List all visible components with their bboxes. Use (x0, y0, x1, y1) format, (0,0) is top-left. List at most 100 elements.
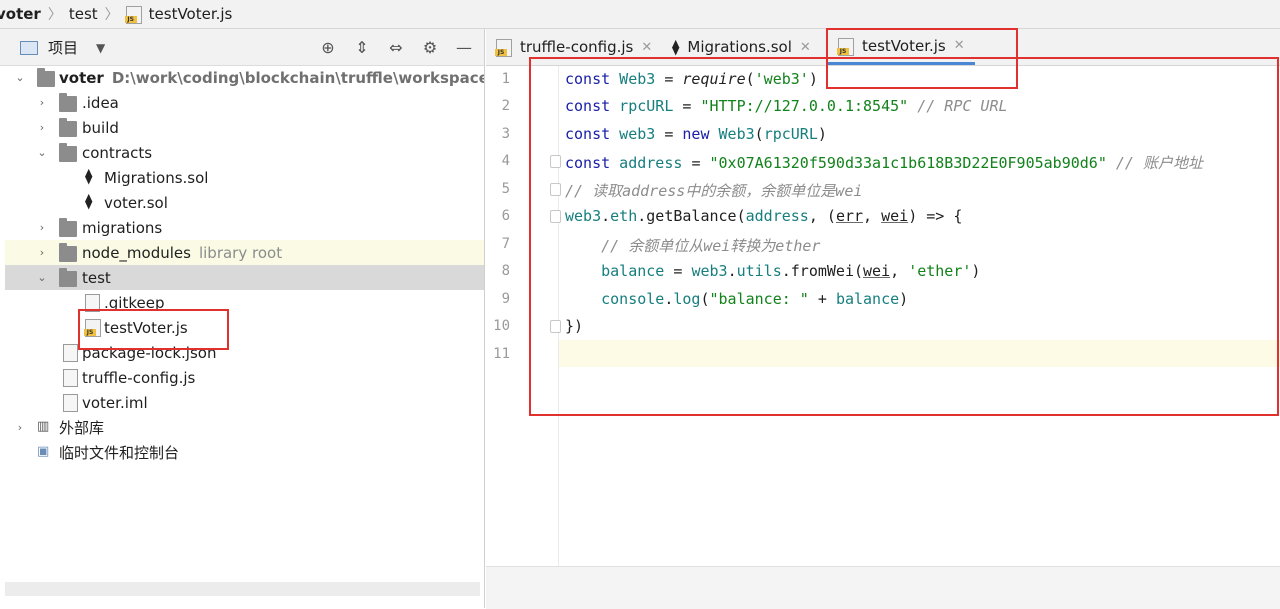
tree-item-truffle-config[interactable]: truffle-config.js (5, 365, 484, 390)
scratches-icon: ▣ (37, 444, 50, 459)
chevron-down-icon: ⌄ (15, 71, 25, 84)
tree-item-node-modules[interactable]: › node_modules library root (5, 240, 484, 265)
ethereum-icon: ⧫ (85, 192, 93, 210)
expand-all-icon[interactable]: ⇕ (350, 36, 374, 58)
line-number: 5 (501, 181, 510, 197)
fold-marker-icon[interactable] (550, 320, 561, 333)
tree-item-label: package-lock.json (82, 343, 217, 362)
tree-item-voter-iml[interactable]: voter.iml (5, 390, 484, 415)
code-line-10: }) (565, 317, 584, 335)
tree-item-label: testVoter.js (104, 318, 188, 337)
fold-marker-icon[interactable] (550, 210, 561, 223)
js-file-icon: JS (84, 319, 101, 337)
tree-item-build[interactable]: › build (5, 115, 484, 140)
library-icon: ▥ (37, 419, 50, 434)
tree-item-voter-sol[interactable]: ⧫ voter.sol (5, 190, 484, 215)
horizontal-scrollbar[interactable] (5, 582, 480, 596)
line-number: 8 (501, 263, 510, 279)
locate-file-icon[interactable]: ⊕ (316, 36, 340, 58)
library-root-note: library root (198, 243, 283, 262)
unknown-file-icon (85, 294, 100, 312)
tree-item-testvoter-js[interactable]: JS testVoter.js (5, 315, 484, 340)
js-file-icon: JS (495, 39, 514, 57)
line-number: 4 (501, 153, 510, 169)
project-panel: 项目 ▼ ⊕ ⇕ ⇔ ⚙ — ⌄ voter D:\work\coding\blo… (0, 29, 485, 608)
tab-truffle-config[interactable]: JS truffle-config.js ✕ (495, 29, 652, 65)
tree-item-gitkeep[interactable]: .gitkeep (5, 290, 484, 315)
tree-item-label: voter.sol (104, 193, 168, 212)
fold-marker-icon[interactable] (550, 183, 561, 196)
project-view-selector[interactable]: 项目 ▼ (20, 37, 105, 58)
folder-icon (59, 218, 77, 237)
code-line-1: const Web3 = require('web3') (565, 70, 818, 88)
tree-item-voter[interactable]: ⌄ voter D:\work\coding\blockchain\truffle… (5, 65, 484, 90)
tab-testvoter-js[interactable]: JS testVoter.js ✕ (828, 29, 975, 65)
close-icon[interactable]: ✕ (641, 40, 652, 55)
tree-item-label: build (82, 118, 119, 137)
tree-item-migrations[interactable]: › migrations (5, 215, 484, 240)
folder-icon (59, 143, 77, 162)
tab-label: truffle-config.js (520, 38, 634, 56)
breadcrumb-folder-label: test (68, 5, 98, 23)
chevron-down-icon: ⌄ (37, 146, 47, 159)
close-icon[interactable]: ✕ (954, 38, 965, 53)
tree-item-package-lock[interactable]: package-lock.json (5, 340, 484, 365)
tab-migrations-sol[interactable]: ⧫ Migrations.sol ✕ (672, 29, 811, 65)
tree-item-idea[interactable]: › .idea (5, 90, 484, 115)
tab-label: testVoter.js (862, 36, 946, 55)
chevron-right-icon: › (39, 96, 45, 109)
chevron-right-icon: › (39, 221, 45, 234)
tree-item-label: voter D:\work\coding\blockchain\truffle\w… (59, 68, 484, 87)
iml-file-icon (63, 394, 78, 412)
tree-item-label: .idea (82, 93, 119, 112)
project-path: D:\work\coding\blockchain\truffle\worksp… (111, 68, 484, 87)
folder-icon (59, 93, 77, 112)
breadcrumb-folder[interactable]: test 〉 (69, 4, 126, 24)
breadcrumb-file-label: testVoter.js (148, 5, 233, 23)
ethereum-icon: ⧫ (672, 38, 680, 56)
chevron-down-icon: ⌄ (37, 271, 47, 284)
code-line-5: // 读取address中的余额，余额单位是wei (565, 182, 863, 200)
chevron-right-icon: 〉 (47, 7, 62, 23)
code-line-4: const address = "0x07A61320f590d33a1c1b6… (565, 154, 1203, 172)
current-line-highlight (486, 340, 1280, 367)
tree-item-migrations-sol[interactable]: ⧫ Migrations.sol (5, 165, 484, 190)
hide-panel-icon[interactable]: — (452, 36, 476, 58)
folder-icon (59, 118, 77, 137)
project-panel-header: 项目 ▼ ⊕ ⇕ ⇔ ⚙ — (0, 29, 484, 66)
config-file-icon (63, 369, 78, 387)
tree-item-label: voter.iml (82, 393, 148, 412)
code-editor[interactable]: 1 2 3 4 5 6 7 8 9 10 11 const Web3 = req… (486, 66, 1280, 566)
tree-item-contracts[interactable]: ⌄ contracts (5, 140, 484, 165)
tree-item-label: migrations (82, 218, 163, 237)
tree-item-test[interactable]: ⌄ test (5, 265, 484, 290)
js-file-icon: JS (837, 37, 856, 56)
tree-item-label: truffle-config.js (82, 368, 196, 387)
breadcrumb-file[interactable]: JS testVoter.js (124, 5, 233, 24)
gear-icon[interactable]: ⚙ (418, 36, 442, 58)
collapse-all-icon[interactable]: ⇔ (384, 36, 408, 58)
tree-item-scratches[interactable]: ▣ 临时文件和控制台 (5, 440, 484, 465)
line-number: 3 (501, 126, 510, 142)
tree-item-label: test (82, 268, 111, 287)
tree-item-label: .gitkeep (104, 293, 165, 312)
line-number: 10 (493, 318, 510, 334)
js-file-icon: JS (124, 6, 144, 24)
code-line-2: const rpcURL = "HTTP://127.0.0.1:8545" /… (565, 97, 1008, 115)
line-number: 7 (501, 236, 510, 252)
line-number: 9 (501, 291, 510, 307)
fold-marker-icon[interactable] (550, 155, 561, 168)
tree-item-label: node_modules library root (82, 243, 283, 262)
chevron-right-icon: › (17, 421, 23, 434)
close-icon[interactable]: ✕ (800, 40, 811, 55)
folder-icon (59, 243, 77, 262)
breadcrumb: voter 〉 test 〉 JS testVoter.js (0, 0, 1280, 29)
module-folder-icon (37, 68, 55, 87)
chevron-right-icon: › (39, 121, 45, 134)
breadcrumb-project[interactable]: voter 〉 (0, 4, 69, 24)
folder-icon (59, 268, 77, 287)
code-line-9: console.log("balance: " + balance) (601, 290, 909, 308)
editor-tabs: JS truffle-config.js ✕ ⧫ Migrations.sol … (486, 29, 1280, 66)
tab-label: Migrations.sol (687, 38, 792, 56)
tree-item-external-libraries[interactable]: › ▥ 外部库 (5, 415, 484, 440)
